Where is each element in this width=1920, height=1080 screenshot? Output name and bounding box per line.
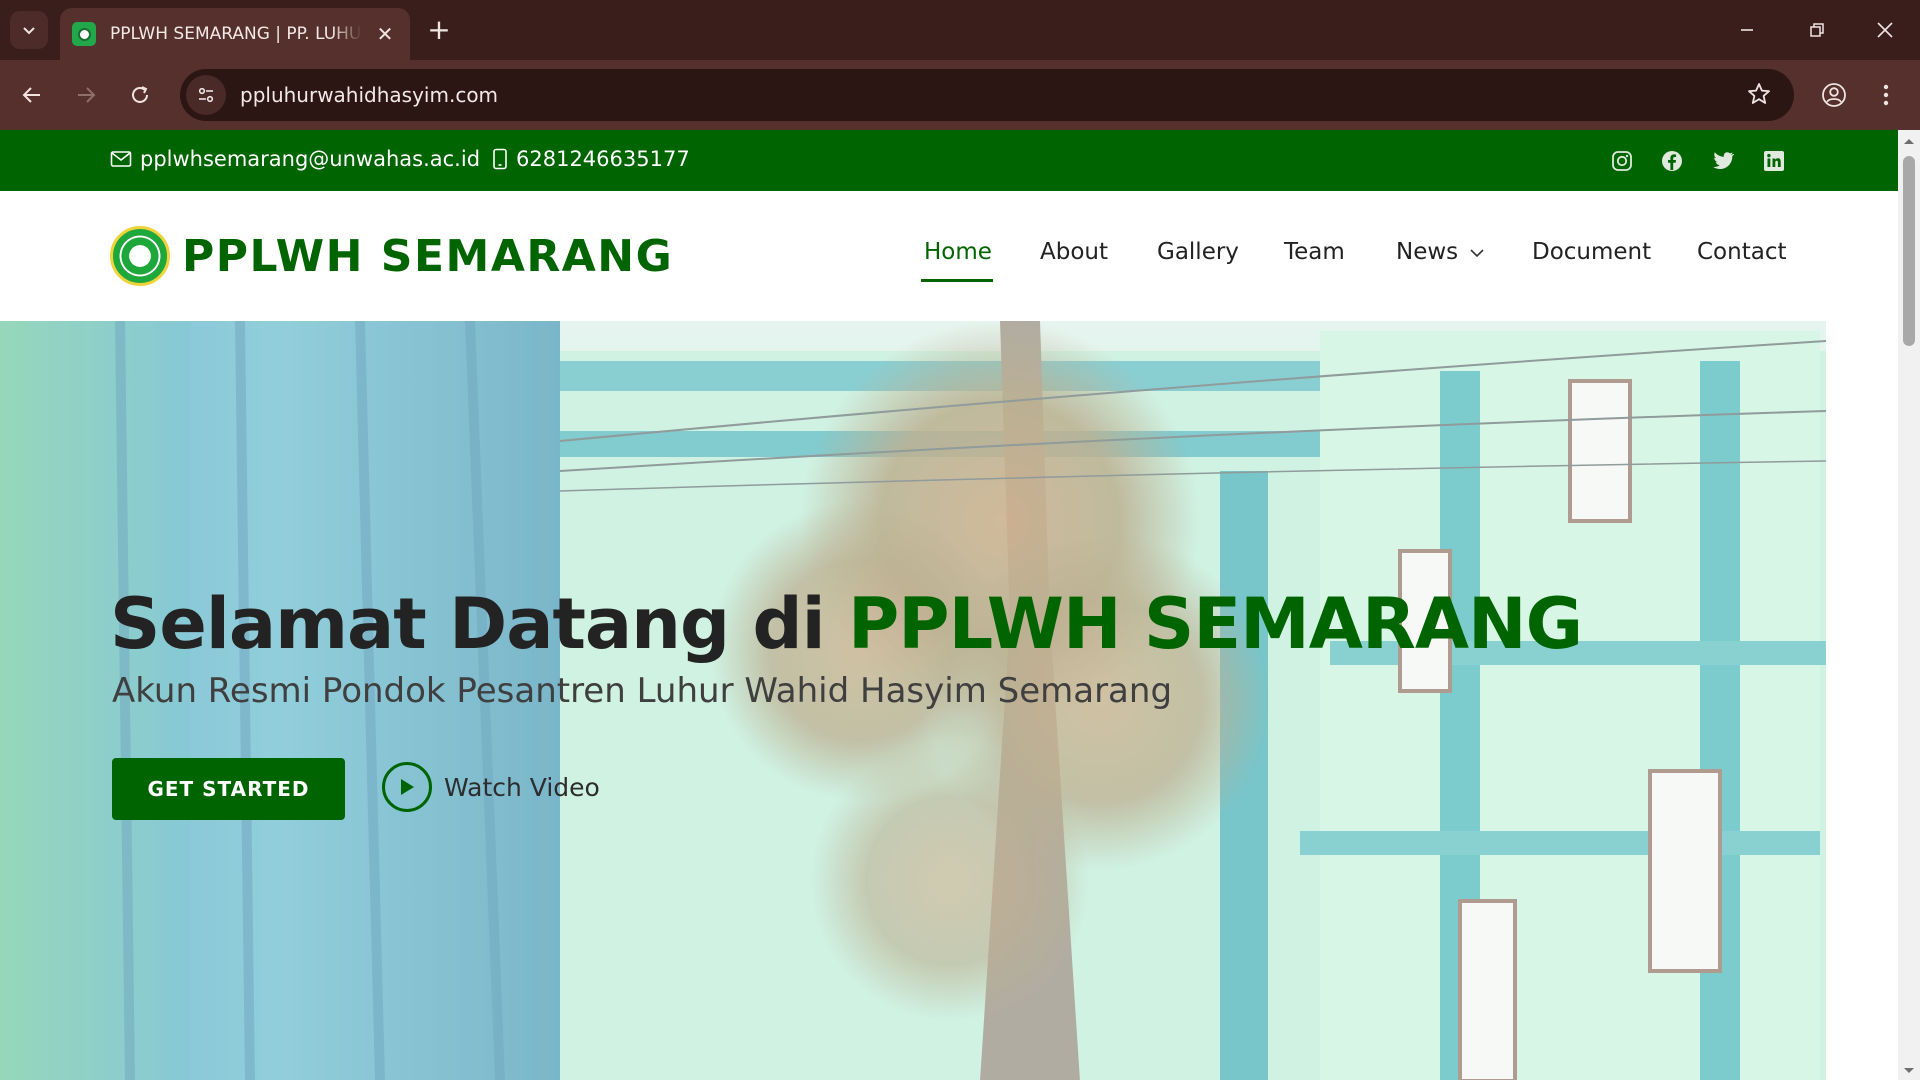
- nav-home[interactable]: Home: [924, 239, 992, 265]
- main-nav: Home About Gallery Team News Document Co…: [0, 239, 1898, 279]
- profile-icon: [1822, 83, 1846, 107]
- close-icon[interactable]: ✕: [372, 22, 398, 46]
- email-link[interactable]: pplwhsemarang@unwahas.ac.id: [110, 147, 480, 171]
- window-close-button[interactable]: [1850, 0, 1920, 60]
- reload-icon: [132, 86, 148, 103]
- minimize-button[interactable]: [1712, 0, 1782, 60]
- back-icon: [22, 87, 40, 103]
- nav-active-indicator: [921, 279, 993, 282]
- scroll-up-icon: [1904, 139, 1914, 144]
- tab-search-button[interactable]: [10, 11, 48, 49]
- reload-button[interactable]: [120, 75, 160, 115]
- minimize-icon: [1741, 29, 1753, 31]
- nav-gallery[interactable]: Gallery: [1157, 239, 1239, 265]
- scrollbar-thumb[interactable]: [1903, 156, 1915, 346]
- menu-icon: [1883, 84, 1889, 106]
- site-info-button[interactable]: [186, 75, 226, 115]
- bookmark-star-button[interactable]: [1746, 81, 1772, 111]
- linkedin-link[interactable]: [1760, 147, 1788, 175]
- browser-tab-strip: PPLWH SEMARANG | PP. LUHUR WAHID HASYIM …: [0, 0, 1920, 60]
- browser-tab-active[interactable]: PPLWH SEMARANG | PP. LUHUR WAHID HASYIM …: [60, 8, 410, 60]
- browser-menu-button[interactable]: [1866, 75, 1906, 115]
- play-icon: [401, 779, 414, 795]
- instagram-icon: [1612, 151, 1632, 171]
- nav-about[interactable]: About: [1040, 239, 1108, 265]
- site-info-icon: [198, 87, 214, 103]
- restore-button[interactable]: [1782, 0, 1852, 60]
- nav-news-label: News: [1396, 239, 1459, 265]
- hero-title-prefix: Selamat Datang di: [110, 583, 826, 665]
- email-text: pplwhsemarang@unwahas.ac.id: [140, 147, 481, 171]
- nav-news[interactable]: News: [1396, 239, 1485, 265]
- window-close-icon: [1877, 22, 1893, 38]
- play-circle-icon: [382, 762, 432, 812]
- back-button[interactable]: [12, 75, 52, 115]
- phone-icon: [493, 148, 507, 170]
- profile-button[interactable]: [1814, 75, 1854, 115]
- address-bar[interactable]: ppluhurwahidhasyim.com: [180, 69, 1794, 121]
- page-viewport: pplwhsemarang@unwahas.ac.id 628124663517…: [0, 130, 1920, 1080]
- url-text[interactable]: ppluhurwahidhasyim.com: [240, 83, 498, 107]
- forward-icon: [78, 87, 96, 103]
- browser-toolbar: ppluhurwahidhasyim.com: [0, 60, 1920, 130]
- instagram-link[interactable]: [1608, 147, 1636, 175]
- nav-team[interactable]: Team: [1284, 239, 1345, 265]
- forward-button[interactable]: [66, 75, 106, 115]
- facebook-icon: [1662, 151, 1682, 171]
- facebook-link[interactable]: [1658, 147, 1686, 175]
- get-started-button[interactable]: GET STARTED: [112, 758, 345, 820]
- chevron-down-icon: [23, 27, 35, 35]
- hero-section: Selamat Datang di PPLWH SEMARANG Akun Re…: [0, 321, 1826, 1080]
- contact-topbar: pplwhsemarang@unwahas.ac.id 628124663517…: [0, 130, 1898, 191]
- watch-video-label: Watch Video: [444, 772, 600, 802]
- new-tab-button[interactable]: +: [422, 13, 456, 47]
- linkedin-icon: [1764, 151, 1784, 171]
- hero-title-accent: PPLWH SEMARANG: [847, 583, 1583, 665]
- site-header: PPLWH SEMARANG Home About Gallery Team N…: [0, 191, 1898, 321]
- watch-video-button[interactable]: Watch Video: [382, 762, 600, 812]
- envelope-icon: [110, 151, 132, 167]
- restore-icon: [1810, 23, 1824, 37]
- hero-title: Selamat Datang di PPLWH SEMARANG: [110, 583, 1583, 665]
- favicon-icon: [72, 22, 96, 46]
- chevron-down-icon: [1470, 249, 1485, 258]
- page-scrollbar[interactable]: [1898, 130, 1920, 1080]
- nav-document[interactable]: Document: [1532, 239, 1651, 265]
- twitter-icon: [1713, 152, 1734, 169]
- phone-link[interactable]: 6281246635177: [492, 147, 690, 171]
- phone-text: 6281246635177: [516, 147, 690, 171]
- scroll-down-icon: [1904, 1068, 1914, 1073]
- twitter-link[interactable]: [1709, 147, 1737, 175]
- nav-contact[interactable]: Contact: [1697, 239, 1786, 265]
- tab-title: PPLWH SEMARANG | PP. LUHUR WAHID HASYIM: [110, 24, 362, 44]
- bookmark-star-icon: [1748, 83, 1770, 104]
- hero-subtitle: Akun Resmi Pondok Pesantren Luhur Wahid …: [112, 671, 1173, 711]
